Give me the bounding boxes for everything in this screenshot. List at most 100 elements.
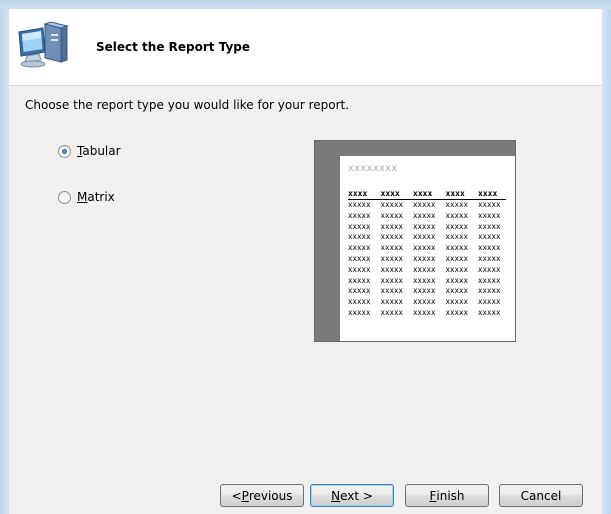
preview-header-cell: xxxx (478, 189, 498, 198)
preview-row: xxxxx xxxxx xxxxx xxxxx xxxxx (348, 254, 506, 265)
preview-cell: xxxxx (380, 210, 404, 220)
preview-cell: xxxxx (348, 286, 371, 296)
preview-title: xxxxxxxx (348, 163, 398, 174)
previous-button-mnemonic: P (241, 488, 249, 503)
preview-cell: xxxxx (478, 286, 501, 296)
wizard-body: Choose the report type you would like fo… (9, 86, 602, 514)
computer-monitor-icon (18, 21, 69, 68)
preview-cell: xxxxx (413, 243, 436, 253)
radio-matrix[interactable]: Matrix (58, 190, 115, 204)
preview-cell: xxxxx (348, 221, 371, 231)
preview-cell: xxxxx (348, 243, 371, 253)
finish-button[interactable]: Finish (405, 484, 489, 507)
preview-cell: xxxxx (380, 275, 404, 285)
preview-cell: xxxxx (348, 297, 371, 307)
preview-cell: xxxxx (478, 264, 501, 274)
preview-row: xxxxx xxxxx xxxxx xxxxx xxxxx (348, 211, 506, 222)
cancel-button-label: Cancel (520, 488, 562, 503)
preview-cell: xxxxx (413, 210, 436, 220)
preview-header-cell: xxxx (380, 189, 400, 198)
preview-cell: xxxxx (445, 200, 469, 209)
preview-cell: xxxxx (413, 297, 436, 307)
preview-cell: xxxxx (380, 297, 404, 307)
preview-header-cell: xxxx (445, 189, 465, 198)
preview-row: xxxxx xxxxx xxxxx xxxxx xxxxx (348, 286, 506, 297)
preview-cell: xxxxx (413, 221, 436, 231)
preview-cell: xxxxx (478, 297, 501, 307)
preview-cell: xxxxx (380, 200, 404, 209)
preview-cell: xxxxx (445, 297, 469, 307)
preview-row: xxxxx xxxxx xxxxx xxxxx xxxxx (348, 308, 506, 319)
window-frame-top (0, 0, 611, 9)
preview-cell: xxxxx (380, 307, 404, 317)
preview-cell: xxxxx (478, 253, 501, 263)
preview-cell: xxxxx (413, 232, 436, 242)
preview-row: xxxxx xxxxx xxxxx xxxxx xxxxx (348, 232, 506, 243)
cancel-button[interactable]: Cancel (499, 484, 583, 507)
preview-cell: xxxxx (445, 210, 469, 220)
preview-header-cell: xxxx (413, 189, 433, 198)
preview-cell: xxxxx (348, 307, 371, 317)
preview-cell: xxxxx (478, 210, 501, 220)
radio-tabular[interactable]: Tabular (58, 144, 121, 158)
preview-cell: xxxxx (413, 286, 436, 296)
previous-button[interactable]: < Previous (220, 484, 304, 507)
preview-cell: xxxxx (445, 232, 469, 242)
preview-row: xxxxx xxxxx xxxxx xxxxx xxxxx (348, 243, 506, 254)
next-button[interactable]: Next > (310, 484, 394, 507)
report-preview: xxxxxxxx xxxx xxxx xxxx xxxx xxxx xxxxx x… (314, 140, 516, 342)
preview-cell: xxxxx (380, 232, 404, 242)
preview-cell: xxxxx (478, 307, 501, 317)
preview-header-cell: xxxx (348, 189, 368, 198)
preview-row: xxxxx xxxxx xxxxx xxxxx xxxxx (348, 297, 506, 308)
preview-cell: xxxxx (478, 200, 501, 209)
preview-row: xxxxx xxxxx xxxxx xxxxx xxxxx (348, 200, 506, 211)
preview-row: xxxxx xxxxx xxxxx xxxxx xxxxx (348, 276, 506, 287)
preview-cell: xxxxx (478, 232, 501, 242)
preview-cell: xxxxx (348, 275, 371, 285)
finish-button-label: inish (436, 488, 465, 503)
preview-cell: xxxxx (413, 275, 436, 285)
preview-cell: xxxxx (413, 253, 436, 263)
preview-cell: xxxxx (380, 243, 404, 253)
preview-header-row: xxxx xxxx xxxx xxxx xxxx (348, 189, 506, 200)
preview-cell: xxxxx (445, 264, 469, 274)
radio-button-tabular[interactable] (58, 144, 71, 158)
preview-cell: xxxxx (445, 253, 469, 263)
preview-cell: xxxxx (478, 221, 501, 231)
preview-cell: xxxxx (478, 275, 501, 285)
preview-cell: xxxxx (413, 200, 436, 209)
preview-page: xxxxxxxx xxxx xxxx xxxx xxxx xxxx xxxxx x… (340, 156, 515, 341)
preview-cell: xxxxx (380, 221, 404, 231)
preview-row: xxxxx xxxxx xxxxx xxxxx xxxxx (348, 222, 506, 233)
window-frame-left (0, 9, 9, 514)
preview-cell: xxxxx (445, 243, 469, 253)
next-button-label: ext > (340, 488, 373, 503)
radio-label-tabular[interactable]: Tabular (77, 144, 121, 158)
preview-cell: xxxxx (413, 264, 436, 274)
preview-cell: xxxxx (445, 286, 469, 296)
page-title: Select the Report Type (96, 40, 251, 54)
preview-cell: xxxxx (348, 232, 371, 242)
preview-cell: xxxxx (348, 200, 371, 209)
previous-button-prefix: < (231, 488, 242, 503)
finish-button-mnemonic: F (429, 488, 437, 503)
preview-cell: xxxxx (445, 307, 469, 317)
preview-cell: xxxxx (348, 210, 371, 220)
preview-row: xxxxx xxxxx xxxxx xxxxx xxxxx (348, 265, 506, 276)
preview-cell: xxxxx (445, 275, 469, 285)
next-button-mnemonic: N (331, 488, 341, 503)
preview-cell: xxxxx (445, 221, 469, 231)
preview-cell: xxxxx (348, 264, 371, 274)
preview-table: xxxx xxxx xxxx xxxx xxxx xxxxx xxxxx xxxxx… (348, 189, 506, 319)
preview-cell: xxxxx (380, 264, 404, 274)
preview-cell: xxxxx (380, 286, 404, 296)
previous-button-label: revious (248, 488, 293, 503)
preview-cell: xxxxx (478, 243, 501, 253)
radio-selected-dot (62, 148, 67, 154)
radio-label-matrix[interactable]: Matrix (77, 190, 115, 204)
window-frame-right (602, 9, 611, 514)
radio-button-matrix[interactable] (58, 190, 71, 204)
instruction-text: Choose the report type you would like fo… (25, 98, 350, 112)
wizard-header: Select the Report Type (9, 9, 602, 86)
